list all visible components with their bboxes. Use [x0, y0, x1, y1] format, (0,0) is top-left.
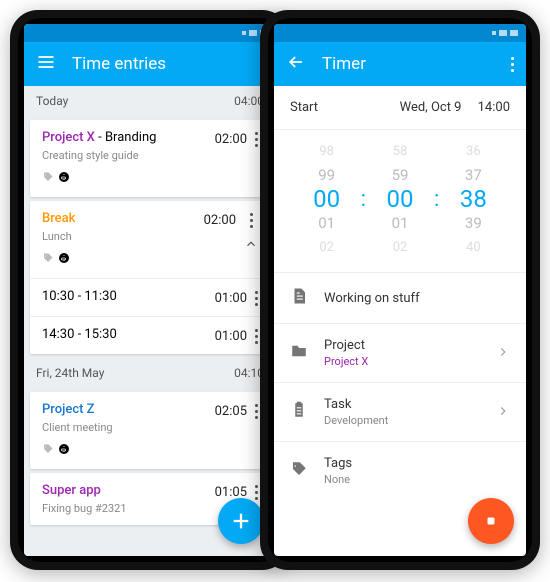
entry-subtitle: Fixing bug #2321: [42, 502, 207, 515]
collapse-icon[interactable]: [244, 236, 258, 255]
day-header-today: Today 04:00: [24, 86, 276, 116]
start-time-row[interactable]: Start Wed, Oct 9 14:00: [274, 86, 526, 130]
entry-duration: 02:00: [204, 211, 236, 228]
duration-picker[interactable]: 98 99 00 01 02 : 58 59 00 01 02 : 36 3: [274, 130, 526, 272]
description-field[interactable]: Working on stuff: [274, 272, 526, 323]
entry-subtitle: Client meeting: [42, 421, 207, 434]
tag-icon: [42, 249, 54, 268]
hours-wheel[interactable]: 98 99 00 01 02: [299, 140, 355, 258]
project-label: Super app: [42, 483, 101, 498]
app-bar: Time entries: [24, 42, 276, 86]
add-entry-fab[interactable]: [218, 498, 264, 544]
phone-timer: Timer Start Wed, Oct 9 14:00 98 99 00 01: [260, 10, 540, 570]
chevron-right-icon: [496, 344, 510, 363]
entries-list: Today 04:00 Project X - Branding Creatin…: [24, 86, 276, 556]
phone-time-entries: Time entries Today 04:00 Project X - Bra…: [10, 10, 290, 570]
project-label: Project X: [42, 130, 95, 145]
entry-card: Project X - Branding Creating style guid…: [30, 120, 270, 197]
entry-card-grouped: Break Lunch 02:00: [30, 201, 270, 354]
status-bar: [274, 24, 526, 42]
tag-icon: [42, 440, 54, 459]
project-label: Break: [42, 211, 75, 226]
task-field[interactable]: Task Development: [274, 382, 526, 441]
entry-description: Branding: [105, 130, 156, 145]
minutes-wheel[interactable]: 58 59 00 01 02: [372, 140, 428, 258]
tags-field[interactable]: Tags None: [274, 441, 526, 500]
entry-subtitle: Creating style guide: [42, 149, 207, 162]
start-time: 14:00: [478, 100, 510, 115]
time-entry-segment[interactable]: 10:30 - 11:30 01:00: [30, 278, 270, 316]
billable-icon: [58, 249, 70, 268]
entry-menu-button[interactable]: [255, 327, 258, 344]
screen-title: Timer: [322, 54, 495, 74]
folder-icon: [290, 342, 308, 364]
time-entry[interactable]: Project X - Branding Creating style guid…: [30, 120, 270, 197]
entry-menu-button[interactable]: [255, 130, 258, 147]
entry-menu-button[interactable]: [255, 483, 258, 500]
entry-card: Project Z Client meeting 02:05: [30, 392, 270, 469]
billable-icon: [58, 440, 70, 459]
start-date: Wed, Oct 9: [400, 100, 462, 115]
entry-menu-button[interactable]: [255, 402, 258, 419]
overflow-menu-icon[interactable]: [511, 57, 514, 72]
project-field[interactable]: Project Project X: [274, 323, 526, 382]
time-entry[interactable]: Project Z Client meeting 02:05: [30, 392, 270, 469]
clipboard-icon: [290, 401, 308, 423]
time-entry-segment[interactable]: 14:30 - 15:30 01:00: [30, 316, 270, 354]
seconds-wheel[interactable]: 36 37 38 39 40: [445, 140, 501, 258]
start-label: Start: [290, 100, 318, 115]
entry-duration: 02:05: [215, 402, 247, 419]
time-entry[interactable]: Break Lunch 02:00: [30, 201, 270, 278]
entry-menu-button[interactable]: [250, 211, 253, 228]
entry-duration: 02:00: [215, 130, 247, 147]
app-bar: Timer: [274, 42, 526, 86]
stop-timer-fab[interactable]: [468, 498, 514, 544]
entry-subtitle: Lunch: [42, 230, 196, 243]
tag-icon: [290, 460, 308, 482]
tag-icon: [42, 168, 54, 187]
billable-icon: [58, 168, 70, 187]
menu-icon[interactable]: [36, 52, 56, 76]
project-label: Project Z: [42, 402, 95, 417]
status-bar: [24, 24, 276, 42]
day-header-fri: Fri, 24th May 04:10: [24, 358, 276, 388]
timer-form: Start Wed, Oct 9 14:00 98 99 00 01 02 :: [274, 86, 526, 556]
chevron-right-icon: [496, 403, 510, 422]
description-icon: [290, 287, 308, 309]
back-icon[interactable]: [286, 52, 306, 76]
screen-title: Time entries: [72, 54, 264, 74]
entry-menu-button[interactable]: [255, 289, 258, 306]
